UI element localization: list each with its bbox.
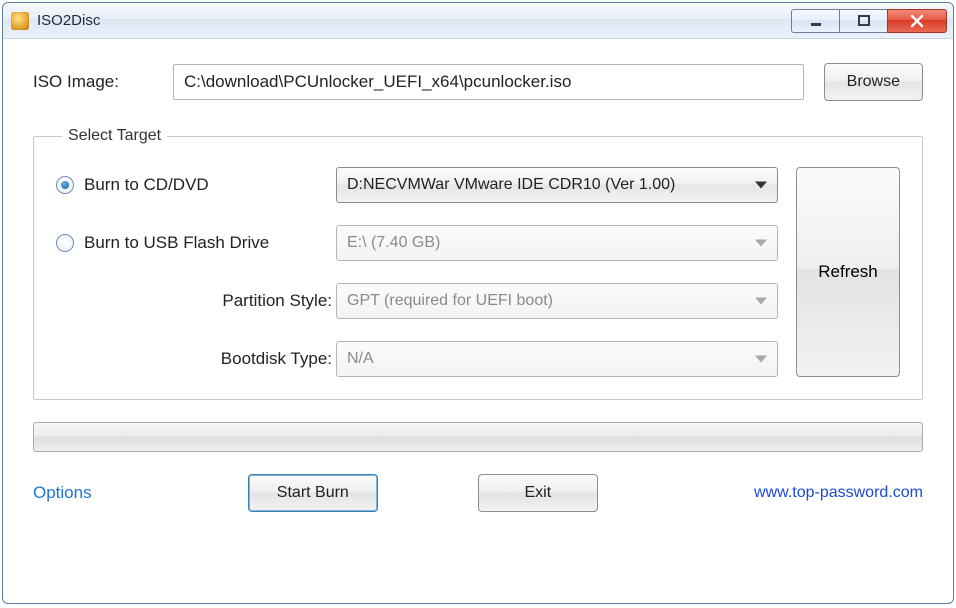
- radio-cd-label: Burn to CD/DVD: [84, 175, 209, 195]
- target-group: Select Target Burn to CD/DVD D:NECVMWar …: [33, 127, 923, 400]
- bootdisk-value: N/A: [347, 350, 374, 368]
- maximize-icon: [857, 14, 871, 28]
- app-icon: [11, 12, 29, 30]
- iso-label: ISO Image:: [33, 72, 153, 92]
- website-link[interactable]: www.top-password.com: [754, 484, 923, 502]
- start-burn-button[interactable]: Start Burn: [248, 474, 378, 512]
- window-title: ISO2Disc: [37, 12, 791, 29]
- bootdisk-label: Bootdisk Type:: [56, 349, 336, 369]
- content-area: ISO Image: Browse Select Target Burn to …: [3, 39, 953, 534]
- bottom-row: Options Start Burn Exit www.top-password…: [33, 474, 923, 512]
- close-icon: [909, 13, 925, 29]
- usb-drive-value: E:\ (7.40 GB): [347, 234, 440, 252]
- partition-value: GPT (required for UEFI boot): [347, 292, 553, 310]
- cd-drive-select[interactable]: D:NECVMWar VMware IDE CDR10 (Ver 1.00): [336, 167, 778, 203]
- title-bar: ISO2Disc: [3, 3, 953, 39]
- minimize-button[interactable]: [791, 9, 839, 33]
- radio-burn-cd[interactable]: Burn to CD/DVD: [56, 175, 336, 195]
- exit-button[interactable]: Exit: [478, 474, 598, 512]
- cd-drive-value: D:NECVMWar VMware IDE CDR10 (Ver 1.00): [347, 176, 675, 194]
- radio-burn-usb[interactable]: Burn to USB Flash Drive: [56, 233, 336, 253]
- app-window: ISO2Disc ISO Image: Browse Select Target: [2, 2, 954, 604]
- iso-path-input[interactable]: [173, 64, 804, 100]
- progress-bar: [33, 422, 923, 452]
- close-button[interactable]: [887, 9, 947, 33]
- radio-usb-label: Burn to USB Flash Drive: [84, 233, 269, 253]
- maximize-button[interactable]: [839, 9, 887, 33]
- partition-label: Partition Style:: [56, 291, 336, 311]
- chevron-down-icon: [755, 356, 767, 363]
- refresh-button[interactable]: Refresh: [796, 167, 900, 377]
- usb-drive-select: E:\ (7.40 GB): [336, 225, 778, 261]
- radio-icon: [56, 234, 74, 252]
- partition-style-select: GPT (required for UEFI boot): [336, 283, 778, 319]
- target-legend: Select Target: [62, 127, 167, 145]
- options-link[interactable]: Options: [33, 483, 92, 503]
- chevron-down-icon: [755, 182, 767, 189]
- chevron-down-icon: [755, 298, 767, 305]
- bootdisk-type-select: N/A: [336, 341, 778, 377]
- window-controls: [791, 9, 947, 33]
- radio-icon: [56, 176, 74, 194]
- iso-row: ISO Image: Browse: [33, 63, 923, 101]
- minimize-icon: [809, 14, 823, 28]
- browse-button[interactable]: Browse: [824, 63, 923, 101]
- chevron-down-icon: [755, 240, 767, 247]
